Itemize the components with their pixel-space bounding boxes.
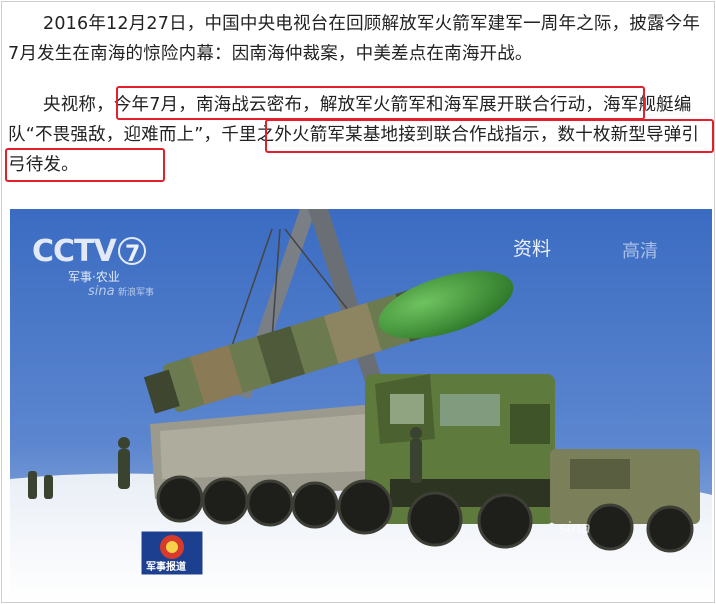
paragraph-2-prefix: 央视称，	[43, 95, 114, 115]
archive-tag: 资料	[513, 238, 551, 260]
hd-tag: 高清	[622, 241, 658, 262]
paragraph-1-text: 2016年12月27日，中国中央电视台在回顾解放军火箭军建军一周年之际，披露今年…	[8, 14, 701, 64]
highlight-box-2-continued	[5, 148, 165, 182]
sina-tag-top: 新浪军事	[118, 286, 154, 298]
news-photo: CCTV 7 军事·农业 sina 新浪军事 资料 高清 军事报道 sina	[10, 209, 712, 601]
highlight-box-2	[265, 119, 714, 153]
missile-launcher-scene: CCTV 7 军事·农业 sina 新浪军事 资料 高清 军事报道 sina	[10, 209, 712, 601]
sina-watermark-bottom: sina	[558, 518, 591, 537]
cctv-logo-text: CCTV	[32, 234, 117, 269]
channel-name: 军事·农业	[68, 270, 120, 284]
highlight-box-1	[116, 86, 645, 120]
article-paragraph-1: 2016年12月27日，中国中央电视台在回顾解放军火箭军建军一周年之际，披露今年…	[8, 9, 710, 69]
sina-watermark-top: sina	[88, 284, 115, 299]
article-frame: 2016年12月27日，中国中央电视台在回顾解放军火箭军建军一周年之际，披露今年…	[1, 1, 715, 603]
channel-number: 7	[125, 242, 140, 267]
military-report-text: 军事报道	[146, 560, 186, 573]
military-report-logo: 军事报道	[140, 530, 204, 576]
